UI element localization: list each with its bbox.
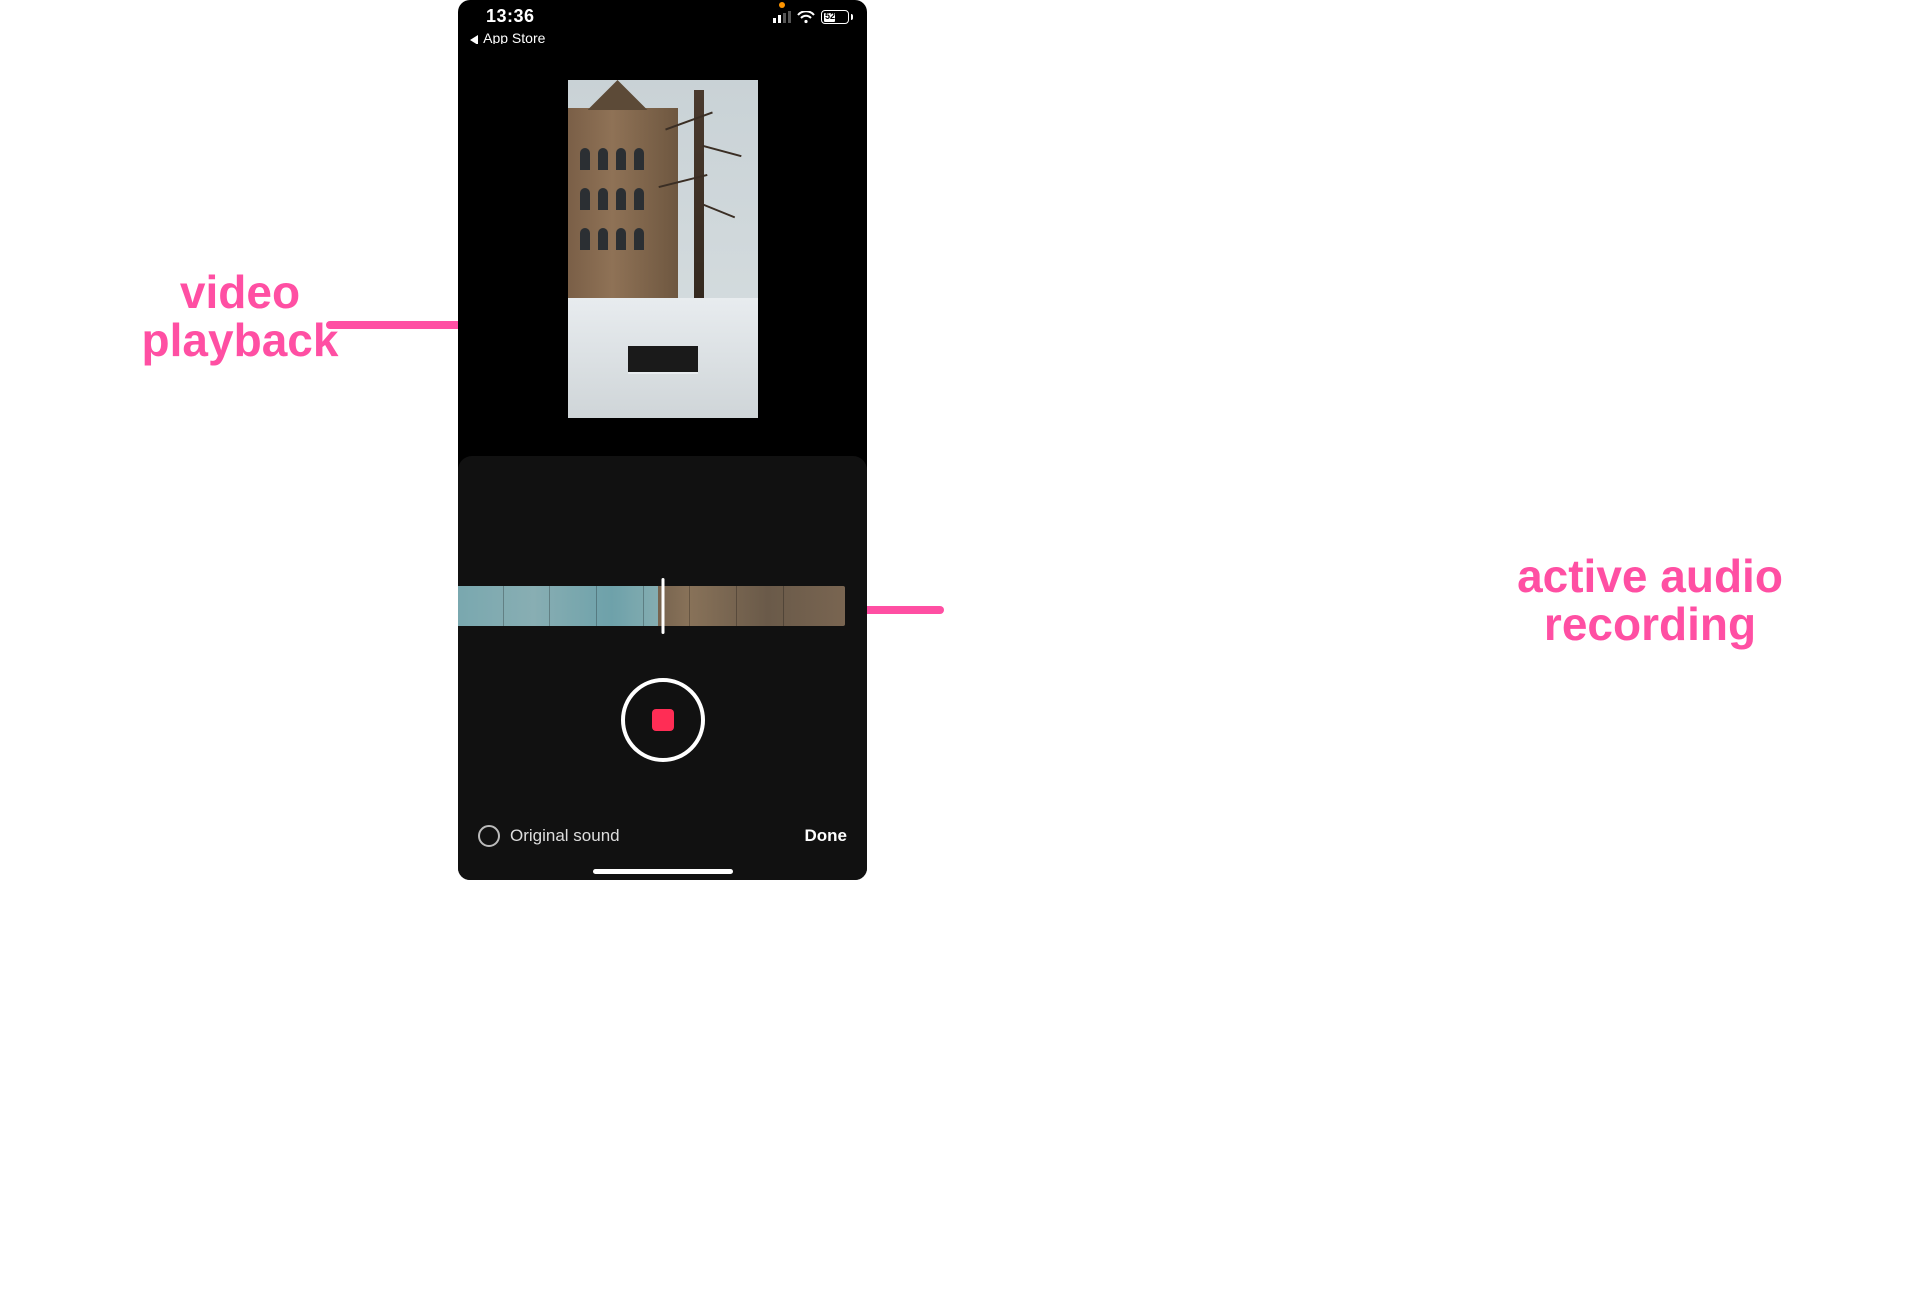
recorded-region [458,586,658,626]
original-sound-label: Original sound [510,826,620,846]
annotated-screenshot: video playback active audio recording 13… [0,0,1920,1298]
voiceover-panel: Original sound Done [458,456,867,880]
original-sound-toggle[interactable]: Original sound [478,825,620,847]
record-stop-button[interactable] [621,678,705,762]
status-time: 13:36 [486,6,535,27]
phone-frame: 13:36 App Store 52 [458,0,867,880]
home-indicator[interactable] [593,869,733,874]
annotation-audio-recording: active audio recording [1460,552,1840,649]
done-button[interactable]: Done [805,826,848,846]
status-bar: 13:36 App Store 52 [458,0,867,44]
timeline-filmstrip [458,586,845,626]
wifi-icon [797,11,815,24]
battery-icon: 52 [821,10,853,24]
status-icons: 52 [773,10,853,24]
playhead[interactable] [661,578,664,634]
video-playback-frame [568,80,758,418]
video-preview-area[interactable] [458,44,867,454]
stop-recording-icon [652,709,674,731]
mic-indicator-dot [779,2,785,8]
cell-signal-icon [773,11,791,23]
timeline[interactable] [458,578,867,634]
radio-unchecked-icon [478,825,500,847]
